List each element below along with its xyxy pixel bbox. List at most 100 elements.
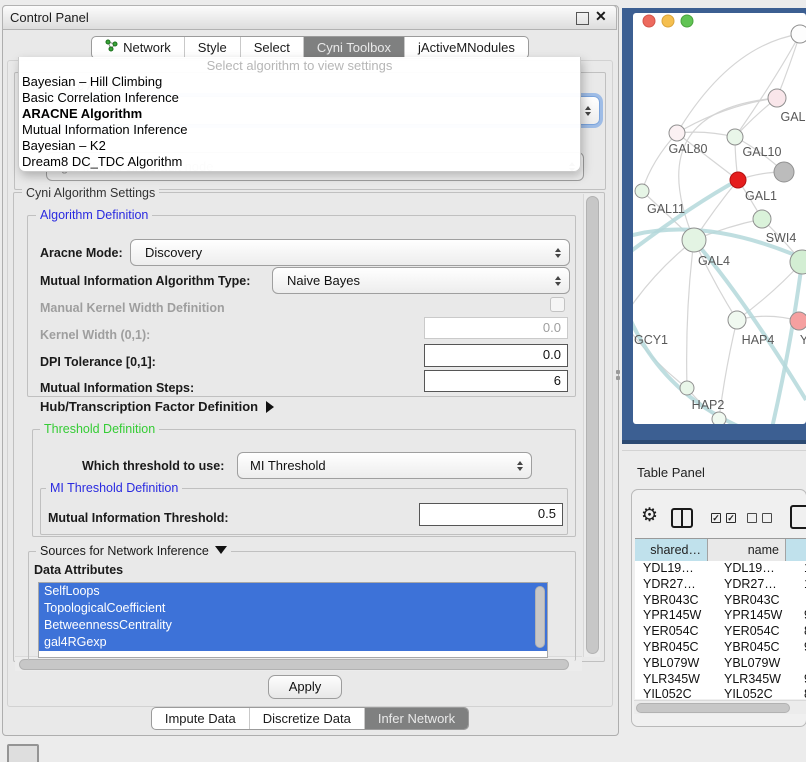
network-node[interactable] <box>730 172 746 188</box>
network-node[interactable] <box>727 129 743 145</box>
tab-select[interactable]: Select <box>241 37 304 58</box>
data-attributes-list[interactable]: SelfLoopsTopologicalCoefficientBetweenne… <box>38 582 548 658</box>
minimize-window-icon[interactable] <box>662 15 674 27</box>
aracne-mode-label: Aracne Mode: <box>40 246 123 260</box>
mi-type-combo[interactable]: Naive Bayes <box>272 267 570 294</box>
mi-threshold-field[interactable]: 0.5 <box>419 503 563 526</box>
table-cell: YBR043C <box>716 593 802 609</box>
attribute-item[interactable]: gal4RGexp <box>39 634 547 651</box>
column-header[interactable]: name <box>708 539 786 561</box>
table-cell: 12 <box>802 577 806 593</box>
combo-stepper-icon <box>585 106 591 116</box>
float-window-icon[interactable] <box>576 12 589 25</box>
tab-cyni-toolbox[interactable]: Cyni Toolbox <box>304 37 405 58</box>
dpi-tolerance-field[interactable]: 0.0 <box>424 344 568 367</box>
tab-network[interactable]: Network <box>92 37 185 58</box>
hub-definition-toggle[interactable]: Hub/Transcription Factor Definition <box>40 399 274 414</box>
aracne-mode-value: Discovery <box>145 240 202 265</box>
settings-vertical-scrollbar[interactable] <box>583 194 600 657</box>
which-threshold-combo[interactable]: MI Threshold <box>237 452 532 479</box>
network-node[interactable] <box>635 184 649 198</box>
node-label: GAL4 <box>698 254 730 268</box>
algorithm-dropdown-popup: Select algorithm to view settings Bayesi… <box>18 57 581 172</box>
network-node[interactable] <box>712 412 726 426</box>
algorithm-option[interactable]: Mutual Information Inference <box>19 122 580 138</box>
tab-label: Cyni Toolbox <box>317 37 391 58</box>
table-header: shared…nameA <box>635 538 806 562</box>
network-node[interactable] <box>768 89 786 107</box>
algorithm-option[interactable]: ARACNE Algorithm <box>19 106 580 122</box>
table-cell: YBL079W <box>716 656 802 672</box>
aracne-mode-combo[interactable]: Discovery <box>130 239 570 266</box>
table-horizontal-scrollbar[interactable] <box>634 700 806 714</box>
tab-label: Impute Data <box>165 708 236 729</box>
network-node[interactable] <box>753 210 771 228</box>
algorithm-option[interactable]: Bayesian – K2 <box>19 138 580 154</box>
network-canvas[interactable] <box>633 13 806 424</box>
table-cell: 8. <box>802 687 806 699</box>
node-label: GAL80 <box>669 142 708 156</box>
mi-type-value: Naive Bayes <box>287 268 360 293</box>
table-row[interactable]: YLR345WYLR345W9. <box>635 672 806 688</box>
tab-impute-data[interactable]: Impute Data <box>152 708 250 729</box>
table-cell: YER054C <box>635 624 716 640</box>
table-row[interactable]: YDR27…YDR27…12 <box>635 577 806 593</box>
table-row[interactable]: YDL19…YDL19…13 <box>635 561 806 577</box>
attribute-item[interactable]: SelfLoops <box>39 583 547 600</box>
table-cell <box>802 656 806 672</box>
network-node[interactable] <box>791 25 806 43</box>
network-node[interactable] <box>680 381 694 395</box>
network-node[interactable] <box>790 312 806 330</box>
sources-group-toggle[interactable]: Sources for Network Inference <box>36 544 231 558</box>
node-label: GAL1 <box>745 189 777 203</box>
table-cell <box>802 593 806 609</box>
table-row[interactable]: YBL079WYBL079W <box>635 656 806 672</box>
algorithm-option[interactable]: Basic Correlation Inference <box>19 90 580 106</box>
control-panel-title: Control Panel <box>10 10 89 25</box>
table-row[interactable]: YBR045CYBR045C9. <box>635 640 806 656</box>
list-scrollbar[interactable] <box>535 586 545 648</box>
float-panel-icon[interactable] <box>7 744 39 762</box>
mi-threshold-label: Mutual Information Threshold: <box>48 511 229 525</box>
manual-kernel-checkbox[interactable] <box>550 297 565 312</box>
unchecked-boxes-icon[interactable] <box>747 513 772 523</box>
table-cell: 8. <box>802 624 806 640</box>
gear-icon[interactable]: ⚙ <box>641 506 658 525</box>
table-row[interactable]: YBR043CYBR043C <box>635 593 806 609</box>
attribute-item[interactable]: TopologicalCoefficient <box>39 600 547 617</box>
mi-steps-field[interactable]: 6 <box>424 370 568 392</box>
control-panel-bottom-tabs: Impute Data Discretize Data Infer Network <box>0 707 620 730</box>
panel-resize-handle[interactable] <box>616 370 620 374</box>
apply-button[interactable]: Apply <box>268 675 342 699</box>
table-cell: YER054C <box>716 624 802 640</box>
split-columns-icon[interactable] <box>671 508 693 528</box>
column-header[interactable]: shared… <box>635 539 708 561</box>
attribute-item[interactable]: BetweennessCentrality <box>39 617 547 634</box>
page-icon[interactable] <box>790 505 806 529</box>
tab-style[interactable]: Style <box>185 37 241 58</box>
network-node[interactable] <box>728 311 746 329</box>
table-row[interactable]: YER054CYER054C8. <box>635 624 806 640</box>
close-window-icon[interactable] <box>643 15 655 27</box>
column-header[interactable]: A <box>786 539 806 561</box>
combo-stepper-icon <box>555 248 561 258</box>
algorithm-option[interactable]: Bayesian – Hill Climbing <box>19 74 580 90</box>
tab-label: Discretize Data <box>263 708 351 729</box>
close-icon[interactable]: ✕ <box>595 8 607 25</box>
table-cell: YBR043C <box>635 593 716 609</box>
network-node[interactable] <box>669 125 685 141</box>
algorithm-option[interactable]: Dream8 DC_TDC Algorithm <box>19 154 580 170</box>
tab-discretize-data[interactable]: Discretize Data <box>250 708 365 729</box>
table-row[interactable]: YPR145WYPR145W9. <box>635 608 806 624</box>
checked-boxes-icon[interactable]: ✓✓ <box>711 513 736 523</box>
node-label: HAP4 <box>742 333 775 347</box>
tab-infer-network[interactable]: Infer Network <box>365 708 468 729</box>
tab-jactivemnodules[interactable]: jActiveMNodules <box>405 37 528 58</box>
table-row[interactable]: YIL052CYIL052C8. <box>635 687 806 699</box>
network-view[interactable]: GALGAL80GAL10GAL11GAL1SWI4GAL4GCY1HAP4YH… <box>622 8 806 446</box>
control-panel-titlebar[interactable] <box>2 5 617 30</box>
kernel-width-field[interactable]: 0.0 <box>424 317 568 339</box>
network-node[interactable] <box>682 228 706 252</box>
network-node[interactable] <box>774 162 794 182</box>
zoom-window-icon[interactable] <box>681 15 693 27</box>
